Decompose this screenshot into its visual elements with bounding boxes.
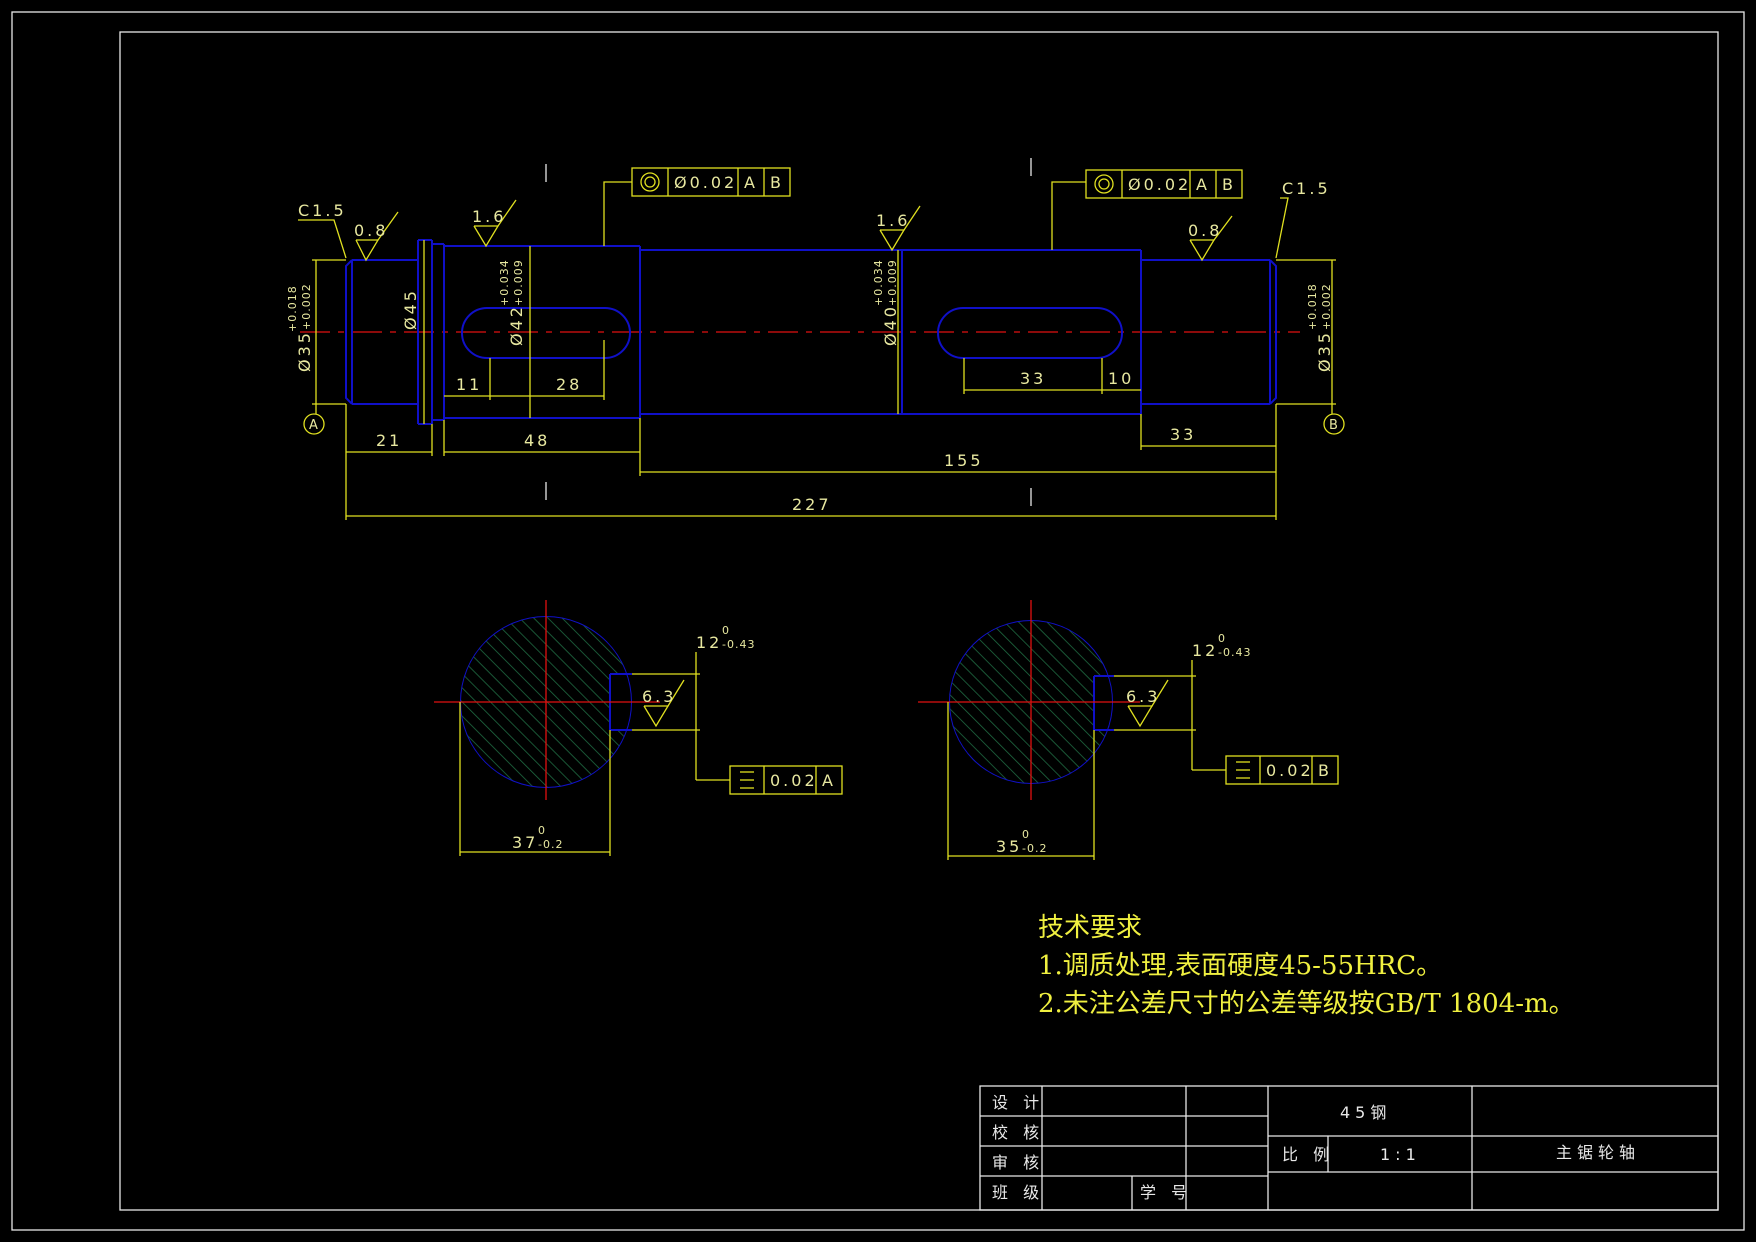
requirement-item: 2.未注公差尺寸的公差等级按GB/T 1804-m。 [1038, 989, 1575, 1019]
technical-requirements: 技术要求 1.调质处理,表面硬度45-55HRC。 2.未注公差尺寸的公差等级按… [1038, 913, 1575, 1019]
dimension-label: Ø42 [507, 304, 526, 346]
tolerance-label: 0 [538, 824, 546, 837]
symmetry-value: 0.02 [1266, 761, 1314, 780]
dimension-label: 21 [376, 431, 402, 450]
datum-label: A [309, 418, 318, 433]
dimension-label: Ø35 [1315, 330, 1334, 372]
dimension-label: 227 [792, 495, 832, 514]
dimension-label: 33 [1170, 425, 1196, 444]
dimension-label: 33 [1020, 369, 1046, 388]
tb-class: 班 级 [992, 1183, 1044, 1202]
tolerance-label: 0 [722, 624, 730, 637]
gdt-ref: B [770, 173, 784, 192]
tb-design: 设 计 [992, 1093, 1044, 1112]
tolerance-label: +0.009 [886, 259, 899, 306]
tb-review: 审 核 [992, 1153, 1044, 1172]
outer-border [11, 11, 1745, 1231]
tb-student-no: 学 号 [1140, 1183, 1192, 1202]
dimension-label: Ø45 [401, 288, 420, 330]
datum-label: B [1329, 418, 1338, 433]
tolerance-label: 0 [1218, 632, 1226, 645]
requirement-item: 1.调质处理,表面硬度45-55HRC。 [1038, 951, 1442, 981]
dimension-label: 48 [524, 431, 550, 450]
tb-scale-label: 比 例 [1282, 1145, 1334, 1164]
tolerance-label: -0.43 [722, 638, 755, 651]
tb-check: 校 核 [992, 1123, 1044, 1142]
gdt-value: Ø0.02 [1128, 175, 1191, 194]
dimension-label: 155 [944, 451, 984, 470]
depth-label: 35 [996, 837, 1022, 856]
chamfer-label-left: C1.5 [298, 201, 347, 220]
inner-border [119, 31, 1719, 1211]
tb-part-name: 主锯轮轴 [1556, 1143, 1640, 1162]
gdt-ref: A [1196, 175, 1210, 194]
tolerance-label: -0.2 [538, 838, 563, 851]
symmetry-ref: A [822, 771, 836, 790]
roughness-label: 0.8 [354, 221, 388, 240]
key-width-label: 12 [1192, 641, 1218, 660]
shaft-main-view: C1.5 C1.5 0.8 1.6 1.6 0.8 Ø0.02 A B Ø0.0… [286, 158, 1345, 728]
depth-label: 37 [512, 833, 538, 852]
tolerance-label: +0.002 [300, 283, 313, 330]
tolerance-label: 0 [1022, 828, 1030, 841]
section-view-right: 12 0 -0.43 6.3 0.02 B 35 0 -0.2 [918, 600, 1339, 860]
key-width-label: 12 [696, 633, 722, 652]
roughness-label: 1.6 [472, 207, 506, 226]
shaft-dimension-lines [298, 181, 1336, 520]
tolerance-label: +0.034 [498, 259, 511, 306]
chamfer-label-right: C1.5 [1282, 179, 1331, 198]
tolerance-label: +0.018 [286, 285, 299, 332]
title-block: 设 计 校 核 审 核 班 级 学 号 45钢 比 例 1:1 主锯轮轴 [979, 1085, 1719, 1211]
tolerance-label: +0.018 [1306, 283, 1319, 330]
dimension-label: Ø40 [881, 304, 900, 346]
dimension-label: 11 [456, 375, 482, 394]
section-view-left: 12 0 -0.43 6.3 0.02 A 37 0 -0.2 [434, 600, 843, 856]
tolerance-label: +0.034 [872, 259, 885, 306]
tolerance-label: +0.002 [1320, 283, 1333, 330]
dimension-label: 28 [556, 375, 582, 394]
dimension-label: 10 [1108, 369, 1134, 388]
tolerance-label: -0.2 [1022, 842, 1047, 855]
gdt-ref: B [1222, 175, 1236, 194]
tolerance-label: -0.43 [1218, 646, 1251, 659]
roughness-label: 0.8 [1188, 221, 1222, 240]
requirements-title: 技术要求 [1038, 913, 1142, 943]
roughness-label: 1.6 [876, 211, 910, 230]
tb-material: 45钢 [1340, 1103, 1391, 1122]
tolerance-label: +0.009 [512, 259, 525, 306]
dimension-label: Ø35 [295, 330, 314, 372]
roughness-label: 6.3 [1126, 687, 1160, 706]
symmetry-value: 0.02 [770, 771, 818, 790]
tb-scale: 1:1 [1380, 1145, 1421, 1164]
drawing-sheet: C1.5 C1.5 0.8 1.6 1.6 0.8 Ø0.02 A B Ø0.0… [11, 11, 1745, 1231]
gdt-ref: A [744, 173, 758, 192]
symmetry-ref: B [1318, 761, 1332, 780]
roughness-label: 6.3 [642, 687, 676, 706]
gdt-value: Ø0.02 [674, 173, 737, 192]
